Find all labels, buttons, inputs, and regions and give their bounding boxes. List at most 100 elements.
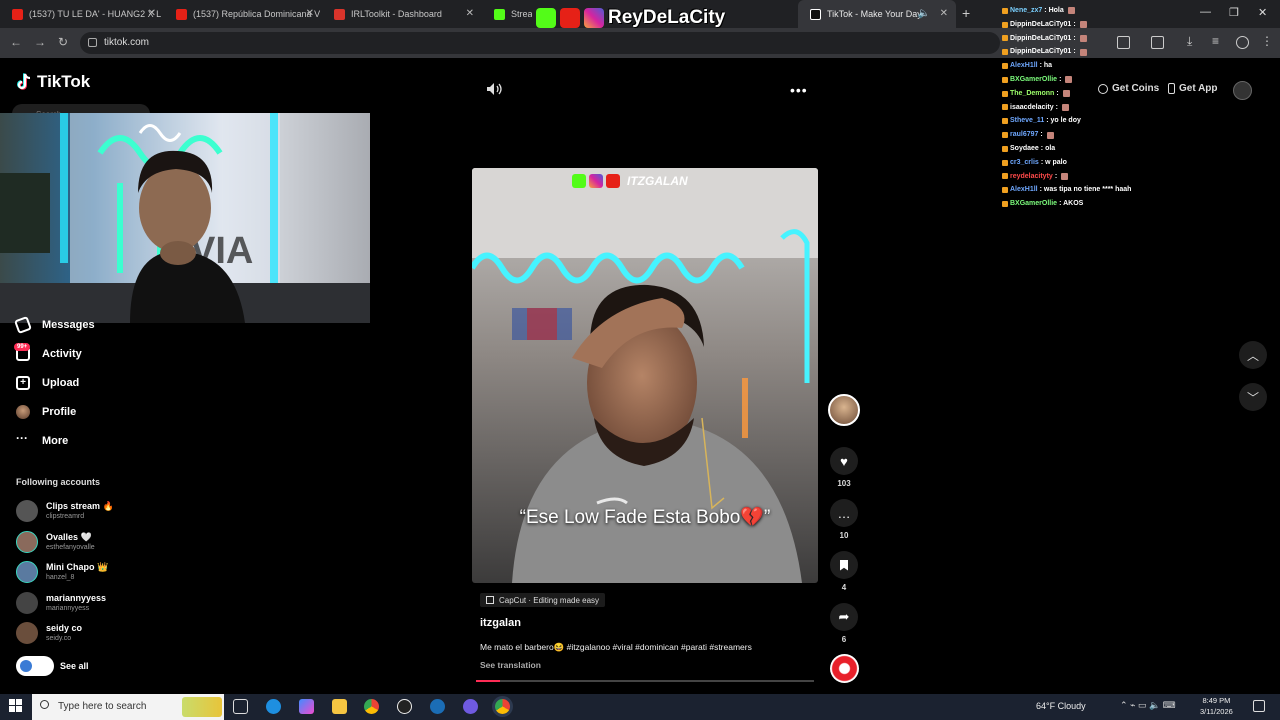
profile-icon bbox=[16, 405, 30, 419]
site-info-icon[interactable] bbox=[88, 38, 97, 47]
kick-icon bbox=[536, 8, 556, 28]
start-icon[interactable] bbox=[9, 699, 24, 714]
chrome-icon[interactable] bbox=[364, 699, 379, 714]
back-icon[interactable]: ← bbox=[10, 35, 22, 49]
browser-tab[interactable]: (1537) República Dominicana V ✕ bbox=[164, 0, 322, 28]
clock-date: 3/11/2026 bbox=[1200, 707, 1233, 716]
sidebar-item-label: Upload bbox=[42, 377, 80, 389]
video-progress-bar[interactable] bbox=[476, 680, 814, 682]
previous-video-button[interactable]: ︿ bbox=[1239, 341, 1267, 369]
browser-tab[interactable]: (1537) TU LE DA' - HUANG2 X L ✕ bbox=[0, 0, 164, 28]
weather-widget[interactable]: 64°F Cloudy bbox=[1036, 701, 1086, 711]
share-button[interactable]: ➦ 6 bbox=[830, 603, 858, 644]
chat-emote-icon bbox=[1065, 76, 1073, 84]
following-account[interactable]: Clips stream 🔥 clipstreamrd bbox=[16, 500, 114, 522]
following-account[interactable]: seidy co seidy.co bbox=[16, 622, 82, 644]
comment-button[interactable]: … 10 bbox=[830, 499, 858, 540]
tab-audio-icon[interactable]: 🔈 bbox=[918, 8, 930, 19]
edge-icon[interactable] bbox=[266, 699, 281, 714]
url-input[interactable]: tiktok.com bbox=[80, 32, 1000, 54]
browser-tab[interactable]: Stream bbox=[482, 0, 532, 28]
like-button[interactable]: ♥ 103 bbox=[830, 447, 858, 488]
sidebar-item-profile[interactable]: Profile bbox=[16, 405, 76, 419]
chat-text: : bbox=[1073, 20, 1076, 28]
copilot-icon[interactable] bbox=[299, 699, 314, 714]
sidebar-item-label: Activity bbox=[42, 348, 82, 360]
instagram-icon bbox=[584, 8, 604, 28]
close-window-icon[interactable]: ✕ bbox=[1258, 6, 1267, 19]
following-account[interactable]: Ovalles 🤍 esthefanyovalle bbox=[16, 531, 95, 553]
sidebar-item-more[interactable]: ··· More bbox=[16, 431, 69, 448]
chat-username: cr3_crlis bbox=[1010, 158, 1039, 166]
logo-text: TikTok bbox=[37, 72, 91, 91]
reading-list-icon[interactable]: ≡ bbox=[1212, 34, 1225, 48]
sidebar-item-messages[interactable]: Messages bbox=[14, 316, 95, 334]
chat-username: reydelacityty bbox=[1010, 172, 1053, 180]
close-tab-icon[interactable]: ✕ bbox=[940, 8, 948, 19]
more-icon: ··· bbox=[16, 431, 28, 445]
toggle-icon[interactable] bbox=[16, 656, 54, 676]
capcut-tag[interactable]: CapCut · Editing made easy bbox=[480, 593, 606, 607]
chat-text: : bbox=[1040, 131, 1043, 139]
system-tray-icons[interactable]: ⌃ ⌁ ▭ 🔈 ⌨ bbox=[1120, 700, 1176, 711]
chat-text: : Hola bbox=[1044, 7, 1064, 14]
sidebar-item-upload[interactable]: + Upload bbox=[16, 376, 79, 390]
chat-message: BXGamerOllie : bbox=[1002, 73, 1172, 87]
activity-badge: 99+ bbox=[14, 343, 31, 351]
kick-icon bbox=[572, 174, 586, 188]
search-highlight-icon bbox=[182, 697, 222, 717]
new-tab-button[interactable]: + bbox=[962, 5, 970, 21]
youtube-icon bbox=[560, 8, 580, 28]
chat-badge-icon bbox=[1002, 173, 1008, 180]
tiktok-logo[interactable]: TikTok bbox=[16, 72, 90, 92]
maximize-icon[interactable]: ❐ bbox=[1229, 6, 1239, 19]
chat-badge-icon bbox=[1002, 7, 1008, 14]
browser-tab[interactable]: IRLToolkit - Dashboard ✕ bbox=[322, 0, 482, 28]
instagram-icon bbox=[589, 174, 603, 188]
taskbar-search-input[interactable]: Type here to search bbox=[32, 694, 224, 720]
chat-emote-icon bbox=[1067, 7, 1075, 15]
tab-title: (1537) República Dominicana V bbox=[193, 9, 321, 19]
system-clock[interactable]: 8:49 PM 3/11/2026 bbox=[1200, 695, 1233, 717]
close-tab-icon[interactable]: ✕ bbox=[148, 8, 156, 19]
minimize-icon[interactable]: — bbox=[1200, 6, 1211, 18]
get-app-button[interactable]: Get App bbox=[1168, 83, 1218, 94]
notification-icon[interactable] bbox=[1253, 700, 1265, 712]
close-tab-icon[interactable]: ✕ bbox=[466, 8, 474, 19]
file-explorer-icon[interactable] bbox=[332, 699, 347, 714]
close-tab-icon[interactable]: ✕ bbox=[306, 8, 314, 19]
browser-tab-active[interactable]: TikTok - Make Your Day 🔈 ✕ bbox=[798, 0, 956, 28]
creator-avatar[interactable] bbox=[828, 394, 860, 426]
task-view-icon[interactable] bbox=[233, 699, 248, 714]
obs-icon[interactable] bbox=[397, 699, 412, 714]
volume-icon[interactable] bbox=[486, 82, 502, 96]
chat-emote-icon bbox=[1079, 21, 1087, 29]
chat-badge-icon bbox=[1002, 63, 1008, 70]
user-avatar[interactable] bbox=[1233, 81, 1252, 100]
forward-icon[interactable]: → bbox=[34, 35, 46, 49]
steam-icon[interactable] bbox=[430, 699, 445, 714]
following-account[interactable]: mariannyyess mariannyyess bbox=[16, 592, 106, 614]
music-disc-icon[interactable] bbox=[830, 654, 859, 683]
video-author[interactable]: itzgalan bbox=[480, 617, 521, 629]
reload-icon[interactable]: ↻ bbox=[58, 35, 68, 49]
chat-text: : ola bbox=[1040, 144, 1056, 152]
discord-icon[interactable] bbox=[463, 699, 478, 714]
chat-text: : ha bbox=[1039, 62, 1053, 70]
chat-badge-icon bbox=[1002, 132, 1008, 139]
following-account[interactable]: Mini Chapo 👑 hanzel_8 bbox=[16, 561, 108, 583]
see-all-button[interactable]: See all bbox=[16, 655, 89, 677]
chrome-active-icon[interactable] bbox=[495, 699, 510, 714]
chat-text: : w palo bbox=[1040, 158, 1067, 166]
save-button[interactable]: 4 bbox=[830, 551, 858, 592]
download-icon[interactable]: ⤓ bbox=[1187, 34, 1200, 48]
capcut-label: CapCut · Editing made easy bbox=[499, 595, 600, 605]
see-translation-link[interactable]: See translation bbox=[480, 660, 541, 670]
profile-icon[interactable] bbox=[1236, 36, 1249, 49]
more-options-icon[interactable]: ••• bbox=[790, 82, 808, 98]
sidebar-item-label: More bbox=[42, 435, 69, 447]
account-handle: esthefanyovalle bbox=[46, 544, 95, 551]
browser-menu-icon[interactable]: ⋮ bbox=[1261, 34, 1274, 48]
next-video-button[interactable]: ﹀ bbox=[1239, 383, 1267, 411]
youtube-icon bbox=[606, 174, 620, 188]
